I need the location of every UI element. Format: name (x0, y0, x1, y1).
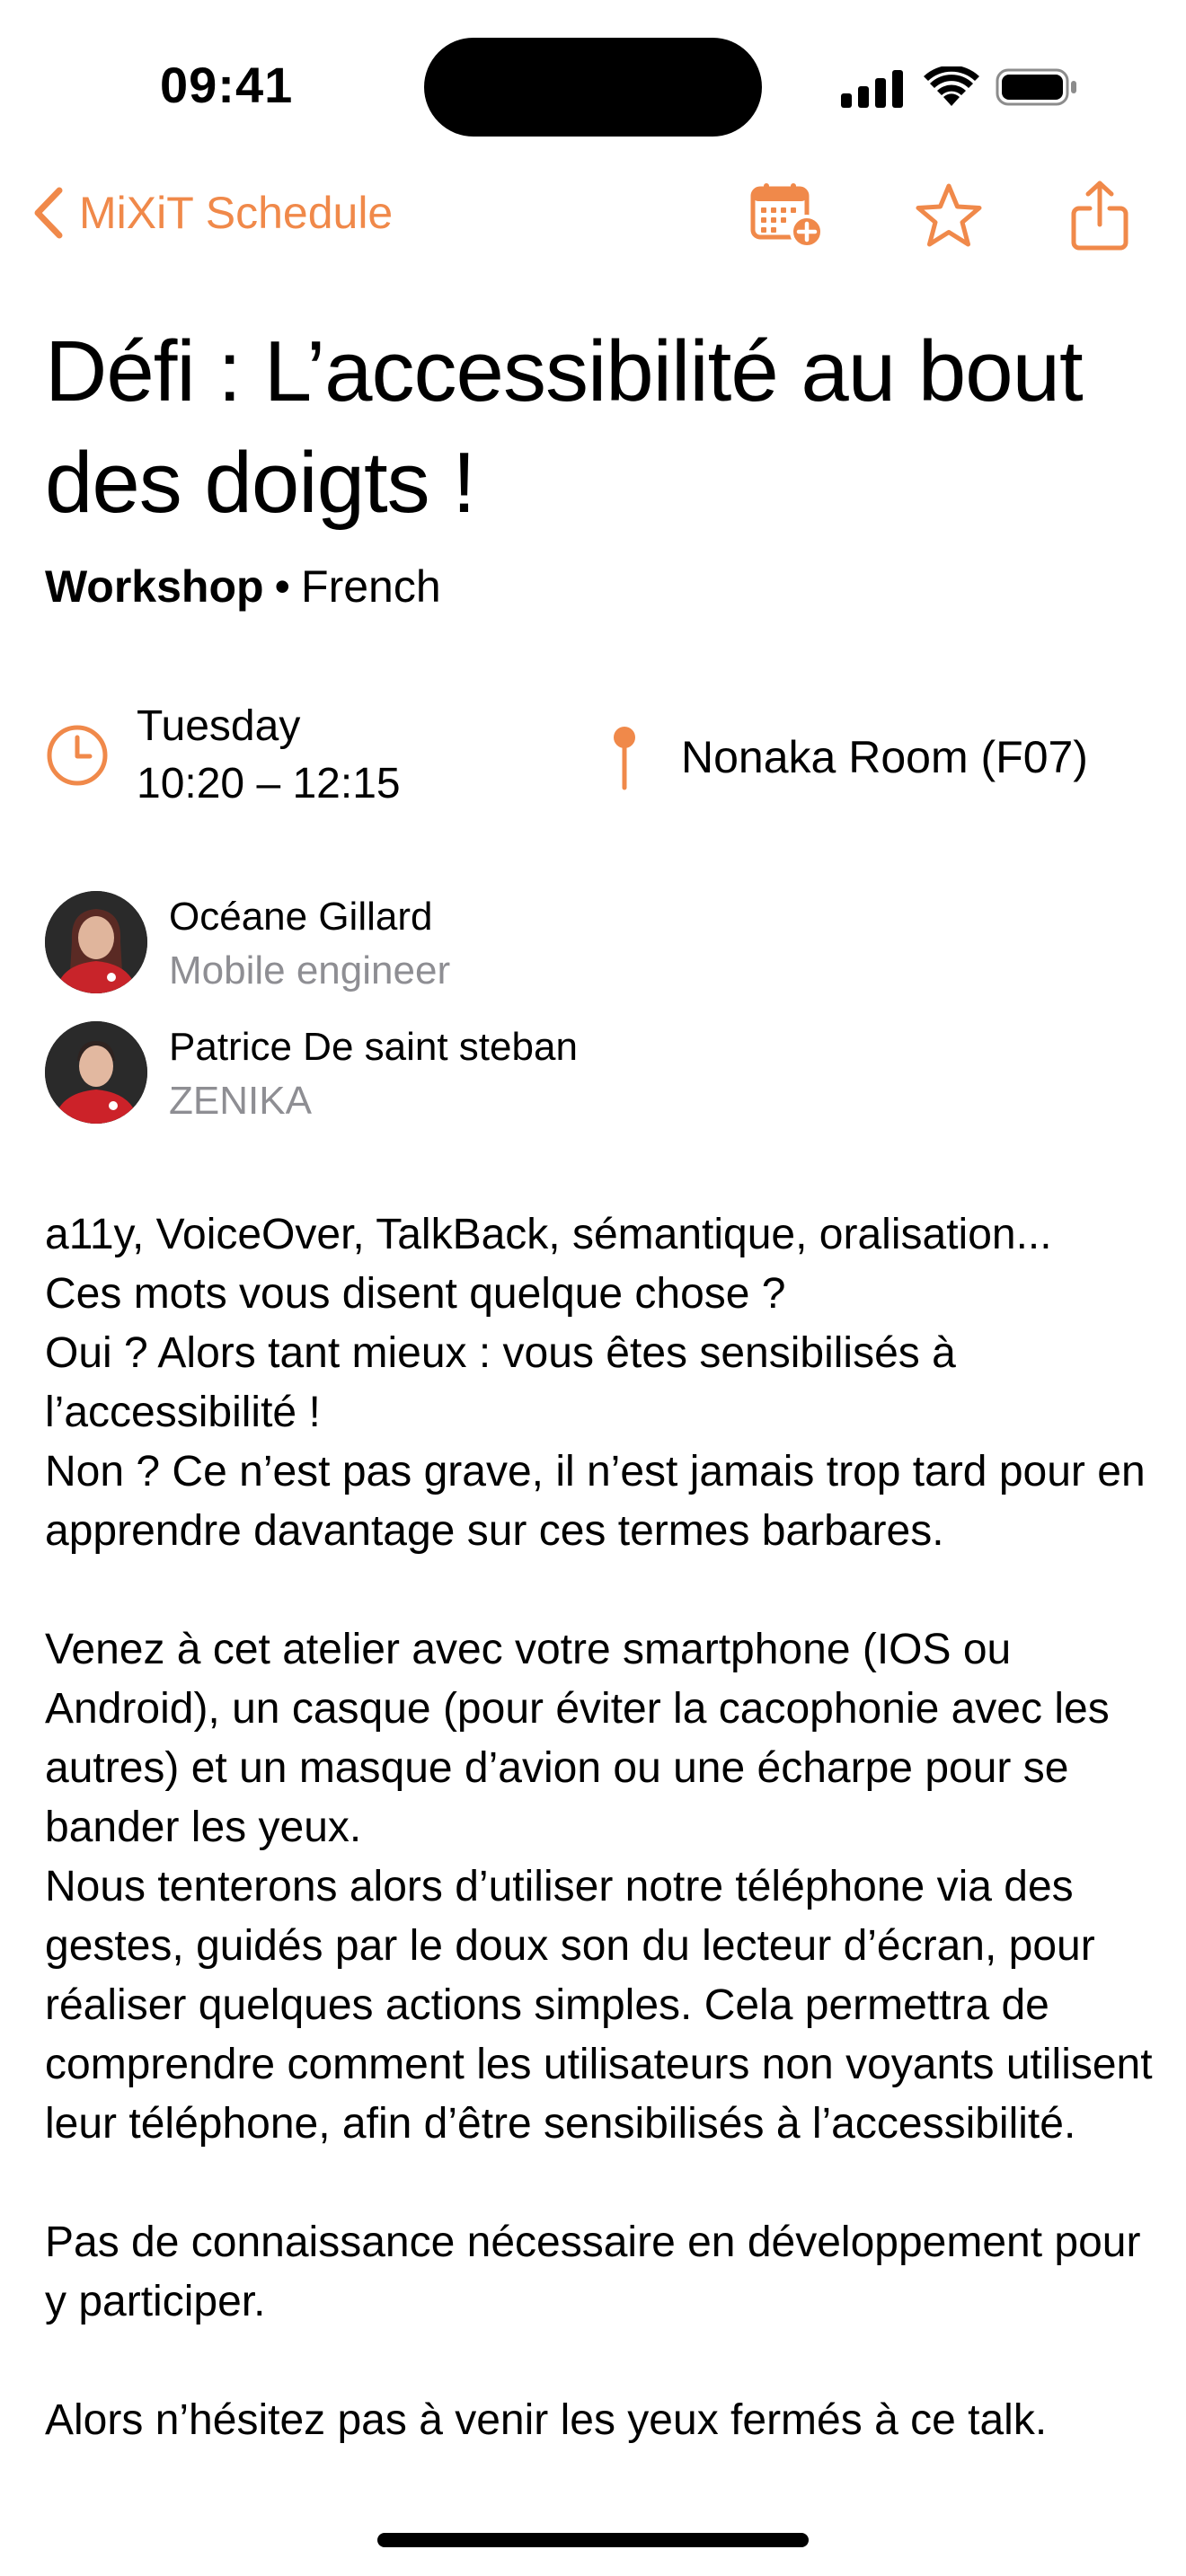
session-meta: Workshop • French (45, 557, 1159, 616)
session-type: Workshop (45, 561, 264, 612)
status-time: 09:41 (160, 57, 294, 113)
share-button[interactable] (1062, 178, 1137, 253)
session-info: Tuesday 10:20 – 12:15 Nonaka Room (F07) (45, 698, 1159, 824)
session-time: 10:20 – 12:15 (137, 760, 401, 807)
speaker-role: ZENIKA (169, 1079, 312, 1123)
speaker-item[interactable]: Océane Gillard Mobile engineer (45, 891, 1159, 1021)
speaker-name: Océane Gillard (169, 895, 433, 939)
avatar (45, 891, 147, 993)
session-day: Tuesday (137, 702, 301, 750)
status-icons (841, 65, 1084, 110)
chevron-left-icon (34, 187, 63, 239)
add-to-calendar-button[interactable] (749, 178, 825, 253)
session-room: Nonaka Room (F07) (681, 732, 1088, 782)
avatar (45, 1021, 147, 1124)
speaker-role: Mobile engineer (169, 948, 451, 992)
share-icon (1071, 181, 1128, 251)
session-language: French (301, 561, 441, 612)
star-icon (916, 183, 982, 247)
calendar-add-icon (750, 183, 824, 249)
speaker-name: Patrice De saint steban (169, 1025, 578, 1069)
meta-separator: • (274, 561, 291, 612)
wifi-icon (924, 66, 979, 106)
status-bar: 09:41 (0, 0, 1186, 162)
speaker-list: Océane Gillard Mobile engineer Patrice D… (45, 891, 1159, 1151)
session-description: a11y, VoiceOver, TalkBack, sémantique, o… (45, 1211, 1153, 2444)
clock-icon (47, 725, 108, 786)
dynamic-island (424, 38, 762, 137)
nav-bar: MiXiT Schedule (0, 171, 1186, 251)
favorite-button[interactable] (911, 178, 987, 253)
location-pin-icon (614, 727, 635, 790)
session-title: Défi : L’accessibilité au bout des doigt… (45, 323, 1084, 531)
back-button-label: MiXiT Schedule (79, 188, 394, 238)
battery-icon (996, 68, 1076, 106)
cellular-signal-icon (841, 70, 903, 108)
speaker-item[interactable]: Patrice De saint steban ZENIKA (45, 1021, 1159, 1151)
session-when: Tuesday 10:20 – 12:15 (137, 698, 401, 813)
session-detail: Défi : L’accessibilité au bout des doigt… (45, 316, 1159, 2444)
home-indicator[interactable] (377, 2533, 809, 2547)
back-button[interactable]: MiXiT Schedule (32, 181, 393, 244)
